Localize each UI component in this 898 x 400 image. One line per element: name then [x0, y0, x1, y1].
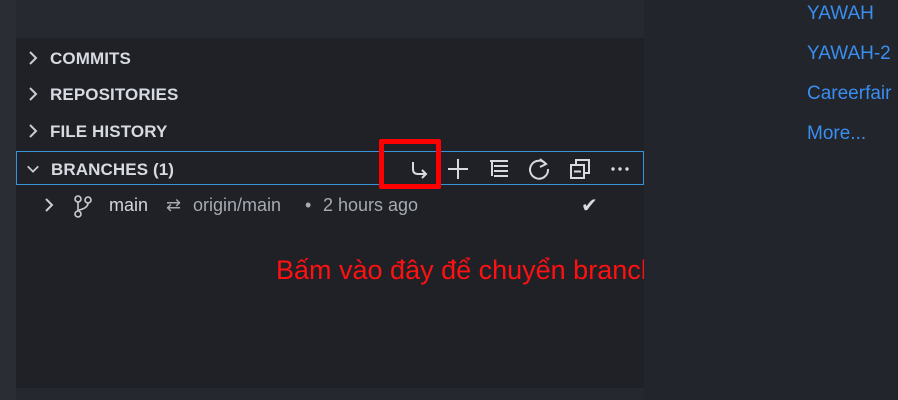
chevron-right-icon	[45, 198, 54, 212]
list-tree-icon	[490, 160, 508, 177]
refresh-button[interactable]	[526, 156, 552, 182]
chevron-right-icon	[29, 124, 38, 138]
chevron-down-icon	[27, 165, 39, 173]
refresh-icon	[529, 158, 550, 180]
highlight-box	[379, 139, 441, 189]
section-repositories[interactable]: REPOSITORIES	[16, 77, 644, 111]
activity-bar-edge	[0, 0, 16, 400]
link-more[interactable]: More...	[807, 123, 866, 145]
chevron-right-icon	[29, 51, 38, 65]
collapse-all-button[interactable]	[567, 156, 593, 182]
bottom-panel-band	[16, 388, 644, 400]
more-actions-button[interactable]	[607, 156, 633, 182]
link-yawah-2[interactable]: YAWAH-2	[807, 43, 891, 65]
section-title: COMMITS	[50, 49, 131, 68]
link-careerfair[interactable]: Careerfair	[807, 83, 891, 105]
branch-upstream: origin/main	[193, 195, 282, 215]
create-branch-button[interactable]	[445, 156, 471, 182]
section-file-history[interactable]: FILE HISTORY	[16, 114, 644, 148]
check-icon: ✔	[581, 195, 598, 217]
section-commits[interactable]: COMMITS	[16, 41, 644, 75]
annotation-text: Bấm vào đây để chuyển branch	[276, 255, 656, 285]
branch-timestamp: 2 hours ago	[323, 195, 419, 215]
section-branches[interactable]: BRANCHES (1)	[16, 151, 644, 185]
add-icon	[448, 159, 468, 179]
collapse-all-icon	[570, 159, 590, 179]
view-as-tree-button[interactable]	[486, 156, 512, 182]
branch-name: main	[109, 195, 149, 215]
link-yawah[interactable]: YAWAH	[807, 3, 874, 25]
sync-arrows-icon: ⇄	[166, 195, 182, 215]
section-title: REPOSITORIES	[50, 85, 179, 104]
more-icon	[611, 167, 629, 171]
separator-dot: •	[305, 195, 312, 215]
section-title: BRANCHES (1)	[51, 160, 175, 179]
chevron-right-icon	[29, 87, 38, 101]
top-panel-band	[16, 0, 644, 38]
section-title: FILE HISTORY	[50, 122, 168, 141]
git-branch-icon	[74, 195, 92, 218]
branch-row-main[interactable]: main ⇄ origin/main • 2 hours ago ✔	[16, 189, 644, 223]
